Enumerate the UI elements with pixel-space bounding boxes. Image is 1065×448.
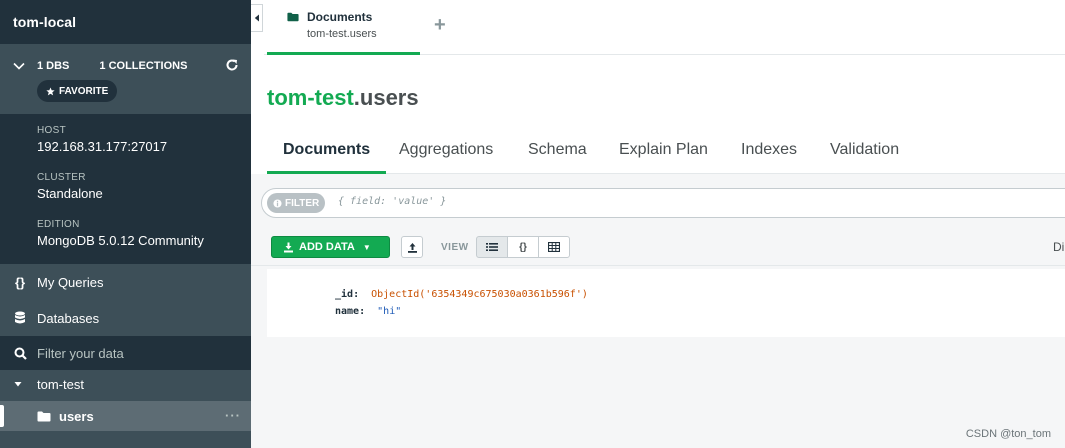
host-info: HOST 192.168.31.177:27017 bbox=[37, 125, 167, 154]
star-icon bbox=[46, 86, 55, 95]
query-area: FILTER { field: 'value' } ADD DATA ▼ VIE… bbox=[251, 174, 1065, 266]
field-value-string: "hi" bbox=[377, 306, 402, 317]
field-key: name bbox=[335, 306, 360, 317]
watermark: CSDN @ton_tom bbox=[965, 428, 1051, 440]
field-separator: : bbox=[359, 306, 378, 317]
tab-documents[interactable]: Documents tom-test.users bbox=[267, 0, 420, 55]
connection-title[interactable]: tom-local bbox=[0, 0, 251, 44]
caret-left-icon bbox=[254, 14, 259, 22]
add-data-label: ADD DATA bbox=[299, 241, 355, 253]
tab-explain-plan[interactable]: Explain Plan bbox=[619, 141, 708, 174]
dbs-count: 1 DBS bbox=[37, 60, 70, 72]
display-info: Di bbox=[1053, 240, 1065, 254]
sidebar-item-label: Databases bbox=[37, 310, 100, 326]
collection-subtabs: Documents Aggregations Schema Explain Pl… bbox=[267, 130, 1065, 174]
table-icon bbox=[548, 242, 560, 252]
cluster-label: CLUSTER bbox=[37, 172, 86, 183]
sidebar-item-database[interactable]: tom-test bbox=[0, 372, 251, 396]
info-icon bbox=[273, 198, 282, 208]
download-icon bbox=[284, 242, 293, 252]
document-card[interactable]: _id: ObjectId('6354349c675030a0361b596f'… bbox=[267, 269, 1065, 337]
tab-documents-view[interactable]: Documents bbox=[267, 141, 387, 174]
page-title: tom-test.users bbox=[267, 85, 419, 111]
filter-input[interactable]: FILTER { field: 'value' } bbox=[261, 188, 1065, 218]
cluster-value: Standalone bbox=[37, 186, 103, 201]
field-separator: : bbox=[353, 289, 372, 300]
sidebar-item-collection[interactable]: users ··· bbox=[0, 401, 251, 431]
collections-count: 1 COLLECTIONS bbox=[99, 60, 188, 72]
filter-label: FILTER bbox=[285, 197, 320, 209]
search-icon bbox=[11, 344, 29, 362]
tab-validation[interactable]: Validation bbox=[830, 141, 899, 174]
table-view-button[interactable] bbox=[538, 236, 570, 258]
favorite-button[interactable]: FAVORITE bbox=[37, 80, 118, 102]
document-field: name: "hi" bbox=[335, 306, 401, 317]
connection-stats: 1 DBS 1 COLLECTIONS bbox=[0, 44, 251, 114]
document-field: _id: ObjectId('6354349c675030a0361b596f'… bbox=[335, 289, 588, 300]
add-tab-button[interactable]: + bbox=[434, 14, 446, 37]
tab-schema[interactable]: Schema bbox=[528, 141, 587, 174]
cluster-info: CLUSTER Standalone bbox=[37, 172, 103, 201]
favorite-label: FAVORITE bbox=[59, 85, 109, 97]
tab-subtitle: tom-test.users bbox=[307, 28, 377, 40]
edition-value: MongoDB 5.0.12 Community bbox=[37, 233, 204, 248]
list-view-button[interactable] bbox=[476, 236, 508, 258]
add-data-button[interactable]: ADD DATA ▼ bbox=[271, 236, 390, 258]
sidebar-item-label: My Queries bbox=[37, 274, 104, 290]
sidebar-item-databases[interactable]: Databases bbox=[0, 300, 251, 336]
view-toggle-group: {} bbox=[476, 236, 570, 258]
workspace-tabs: Documents tom-test.users + bbox=[264, 0, 1065, 55]
filter-pill[interactable]: FILTER bbox=[267, 193, 326, 213]
tab-aggregations[interactable]: Aggregations bbox=[399, 141, 493, 174]
filter-placeholder: Filter your data bbox=[37, 345, 124, 361]
tab-indexes[interactable]: Indexes bbox=[741, 141, 797, 174]
sidebar-filter-input[interactable]: Filter your data bbox=[0, 336, 251, 370]
host-label: HOST bbox=[37, 125, 66, 136]
curly-braces-icon: {} bbox=[14, 274, 26, 290]
chevron-down-icon[interactable] bbox=[12, 59, 26, 73]
database-icon bbox=[11, 309, 29, 327]
refresh-icon[interactable] bbox=[225, 58, 239, 72]
export-button[interactable] bbox=[401, 236, 423, 258]
sidebar-collapse-button[interactable] bbox=[251, 4, 263, 32]
caret-down-icon[interactable] bbox=[13, 379, 23, 389]
sidebar-nav: {} My Queries Databases bbox=[0, 264, 251, 336]
title-db-name[interactable]: tom-test bbox=[267, 85, 354, 110]
active-indicator bbox=[0, 405, 4, 427]
tab-title: Documents bbox=[307, 10, 373, 24]
edition-label: EDITION bbox=[37, 219, 80, 230]
documents-list: _id: ObjectId('6354349c675030a0361b596f'… bbox=[251, 266, 1065, 448]
database-name: tom-test bbox=[37, 376, 84, 392]
sidebar: tom-local 1 DBS 1 COLLECTIONS FAVORITE H… bbox=[0, 0, 251, 448]
folder-icon bbox=[37, 411, 51, 421]
upload-icon bbox=[407, 242, 417, 253]
view-label: VIEW bbox=[441, 242, 469, 253]
title-collection-name: .users bbox=[353, 85, 419, 110]
curly-braces-icon: {} bbox=[519, 241, 527, 253]
connection-title-text: tom-local bbox=[13, 14, 77, 30]
filter-placeholder-text: { field: 'value' } bbox=[338, 196, 447, 207]
caret-down-icon: ▼ bbox=[362, 242, 371, 252]
field-key: _id bbox=[335, 289, 354, 300]
json-view-button[interactable]: {} bbox=[507, 236, 539, 258]
folder-icon bbox=[287, 12, 299, 22]
host-value: 192.168.31.177:27017 bbox=[37, 139, 168, 154]
sidebar-item-my-queries[interactable]: {} My Queries bbox=[0, 264, 251, 300]
connection-info: HOST 192.168.31.177:27017 CLUSTER Standa… bbox=[0, 114, 251, 264]
documents-toolbar: ADD DATA ▼ VIEW {} Di bbox=[271, 236, 1065, 258]
collection-name: users bbox=[59, 408, 94, 424]
edition-info: EDITION MongoDB 5.0.12 Community bbox=[37, 219, 204, 248]
list-icon bbox=[486, 243, 498, 251]
field-value-objectid: ObjectId('6354349c675030a0361b596f') bbox=[371, 289, 588, 300]
more-options-icon[interactable]: ··· bbox=[225, 408, 241, 423]
